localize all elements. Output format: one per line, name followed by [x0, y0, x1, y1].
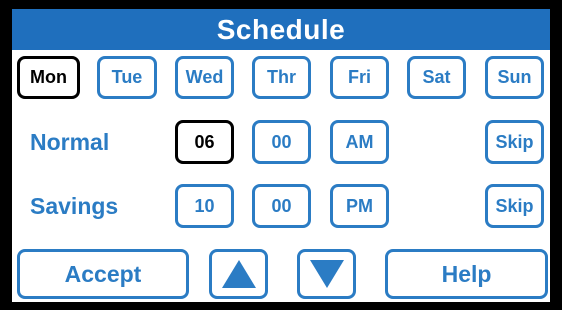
arrow-up-icon: [221, 260, 256, 288]
savings-hour-value: 10: [194, 195, 215, 216]
scroll-up-button[interactable]: [209, 249, 268, 299]
normal-label: Normal: [30, 129, 110, 155]
day-label: Sat: [422, 67, 451, 87]
normal-hour-value: 06: [194, 131, 215, 152]
day-label: Thr: [267, 67, 296, 87]
scroll-down-button[interactable]: [297, 249, 356, 299]
savings-label: Savings: [30, 193, 119, 219]
normal-minute-value: 00: [271, 131, 292, 152]
savings-skip-label: Skip: [495, 195, 534, 216]
help-button[interactable]: Help: [385, 249, 548, 299]
day-label: Wed: [185, 67, 224, 87]
day-button-sun[interactable]: Sun: [485, 56, 544, 99]
day-label: Mon: [30, 67, 67, 87]
day-label: Tue: [111, 67, 143, 87]
page-title: Schedule: [12, 9, 550, 50]
normal-skip-button[interactable]: Skip: [485, 120, 544, 164]
savings-hour-field[interactable]: 10: [175, 184, 234, 228]
accept-button[interactable]: Accept: [17, 249, 189, 299]
savings-ampm-value: PM: [346, 195, 373, 216]
accept-label: Accept: [64, 260, 142, 287]
day-button-mon[interactable]: Mon: [17, 56, 80, 99]
normal-ampm-toggle[interactable]: AM: [330, 120, 389, 164]
day-button-thr[interactable]: Thr: [252, 56, 311, 99]
day-button-tue[interactable]: Tue: [97, 56, 157, 99]
normal-minute-field[interactable]: 00: [252, 120, 311, 164]
normal-ampm-value: AM: [345, 131, 374, 152]
savings-minute-field[interactable]: 00: [252, 184, 311, 228]
savings-skip-button[interactable]: Skip: [485, 184, 544, 228]
savings-ampm-toggle[interactable]: PM: [330, 184, 389, 228]
day-button-sat[interactable]: Sat: [407, 56, 466, 99]
savings-minute-value: 00: [271, 195, 292, 216]
day-label: Fri: [347, 67, 371, 87]
day-label: Sun: [497, 67, 532, 87]
normal-hour-field[interactable]: 06: [175, 120, 234, 164]
help-label: Help: [441, 260, 492, 287]
thermostat-screen: Schedule Mon Tue Wed Thr Fri Sat Sun Nor…: [0, 0, 562, 310]
day-button-fri[interactable]: Fri: [330, 56, 389, 99]
normal-skip-label: Skip: [495, 131, 534, 152]
day-button-wed[interactable]: Wed: [175, 56, 234, 99]
arrow-down-icon: [309, 260, 344, 288]
